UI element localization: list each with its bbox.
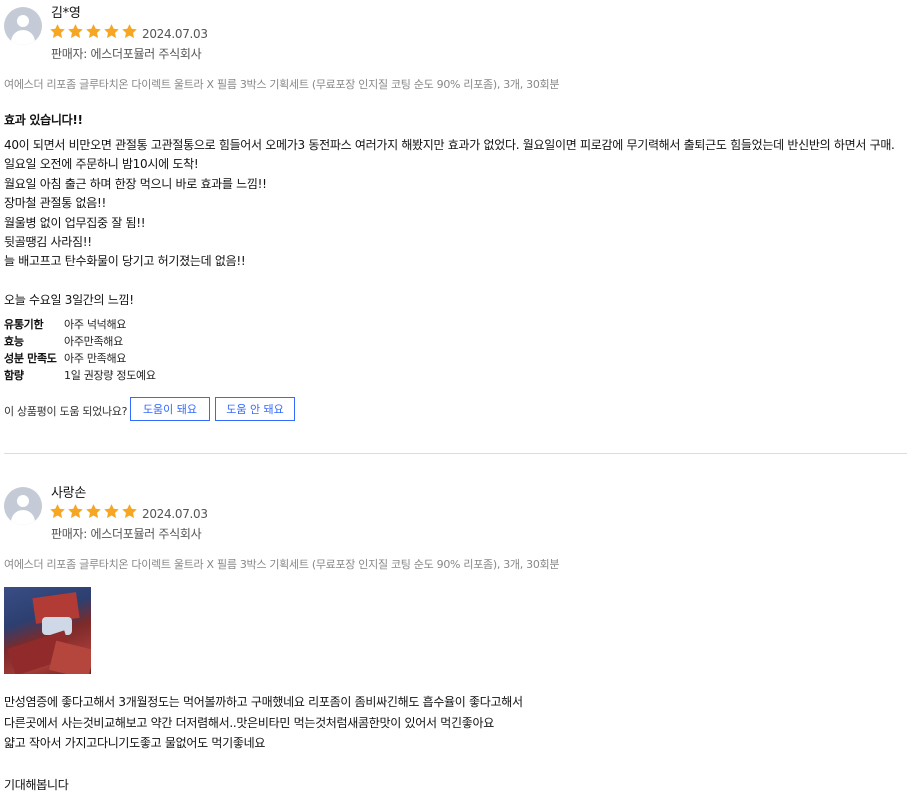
product-option: 여에스더 리포좀 글루타치온 다이렉트 울트라 X 필름 3박스 기획세트 (무… (4, 78, 560, 91)
review-line: 다른곳에서 사는것비교해보고 약간 더저렴해서..맛은비타민 먹는것처럼새콤한맛… (4, 715, 494, 730)
rating-stars (49, 23, 138, 41)
star-icon (121, 503, 138, 520)
review-line (4, 272, 895, 291)
star-icon (103, 23, 120, 40)
helpful-no-button[interactable]: 도움 안 돼요 (215, 397, 295, 421)
review-item: 사랑손 2024.07.03 판매자: 에스더포뮬러 주식회사 여에스더 리포좀… (0, 480, 911, 797)
star-icon (49, 503, 66, 520)
review-date: 2024.07.03 (142, 507, 208, 521)
avatar-head (17, 495, 29, 507)
review-line: 일요일 오전에 주문하니 밤10시에 도착! (4, 157, 199, 172)
avatar-body (11, 510, 35, 525)
review-item: 김*영 2024.07.03 판매자: 에스더포뮬러 주식회사 여에스더 리포좀… (0, 0, 911, 455)
seller-name: 판매자: 에스더포뮬러 주식회사 (51, 47, 202, 61)
review-line: 월울병 없이 업무집중 잘 됨!! (4, 215, 146, 230)
survey-answer: 아주 만족해요 (64, 352, 127, 365)
review-line: 만성염증에 좋다고해서 3개월정도는 먹어볼까하고 구매했네요 리포좀이 좀비싸… (4, 695, 523, 709)
survey-question: 유통기한 (4, 318, 44, 331)
star-icon (67, 503, 84, 520)
review-line: 늘 배고프고 탄수화물이 당기고 허기졌는데 없음!! (4, 254, 246, 269)
star-icon (121, 23, 138, 40)
survey-row: 함량 1일 권장량 정도예요 (4, 367, 156, 384)
review-headline: 효과 있습니다!! (4, 113, 83, 127)
survey-row: 유통기한 아주 넉넉해요 (4, 316, 156, 333)
star-icon (103, 503, 120, 520)
review-body: 40이 되면서 비만오면 관절통 고관절통으로 힘들어서 오메가3 동전파스 여… (4, 136, 895, 311)
review-line: 장마철 관절통 없음!! (4, 196, 106, 211)
helpful-yes-button[interactable]: 도움이 돼요 (130, 397, 210, 421)
review-line: 오늘 수요일 3일간의 느낌! (4, 293, 134, 308)
avatar-body (11, 30, 35, 45)
star-icon (49, 23, 66, 40)
avatar-head (17, 15, 29, 27)
review-line: 뒷골땡김 사라짐!! (4, 234, 92, 249)
survey-answer: 1일 권장량 정도예요 (64, 369, 156, 382)
review-line: 기대해봅니다 (4, 777, 69, 792)
reviewer-name: 김*영 (51, 6, 81, 21)
survey-table: 유통기한 아주 넉넉해요 효능 아주만족해요 성분 만족도 아주 만족해요 함량… (4, 316, 156, 384)
survey-row: 효능 아주만족해요 (4, 333, 156, 350)
review-line: 40이 되면서 비만오면 관절통 고관절통으로 힘들어서 오메가3 동전파스 여… (4, 138, 895, 152)
reviewer-name: 사랑손 (51, 486, 86, 501)
review-line: 얇고 작아서 가지고다니기도좋고 물없어도 먹기좋네요 (4, 736, 266, 751)
review-date: 2024.07.03 (142, 27, 208, 41)
star-icon (85, 503, 102, 520)
review-line (4, 754, 523, 775)
photo-product-box (48, 640, 91, 674)
survey-answer: 아주 넉넉해요 (64, 318, 127, 331)
helpful-question: 이 상품평이 도움 되었나요? (4, 405, 128, 418)
review-photo[interactable] (4, 587, 91, 674)
review-divider (4, 453, 907, 454)
review-line: 월요일 아침 출근 하며 한장 먹으니 바로 효과를 느낌!! (4, 176, 267, 191)
survey-question: 성분 만족도 (4, 352, 57, 365)
survey-question: 함량 (4, 369, 24, 382)
survey-row: 성분 만족도 아주 만족해요 (4, 350, 156, 367)
seller-name: 판매자: 에스더포뮬러 주식회사 (51, 527, 202, 541)
avatar (4, 7, 42, 45)
rating-stars (49, 503, 138, 521)
star-icon (85, 23, 102, 40)
survey-question: 효능 (4, 335, 24, 348)
star-icon (67, 23, 84, 40)
survey-answer: 아주만족해요 (64, 335, 123, 348)
product-option: 여에스더 리포좀 글루타치온 다이렉트 울트라 X 필름 3박스 기획세트 (무… (4, 558, 560, 571)
review-body: 만성염증에 좋다고해서 3개월정도는 먹어볼까하고 구매했네요 리포좀이 좀비싸… (4, 692, 523, 795)
avatar (4, 487, 42, 525)
